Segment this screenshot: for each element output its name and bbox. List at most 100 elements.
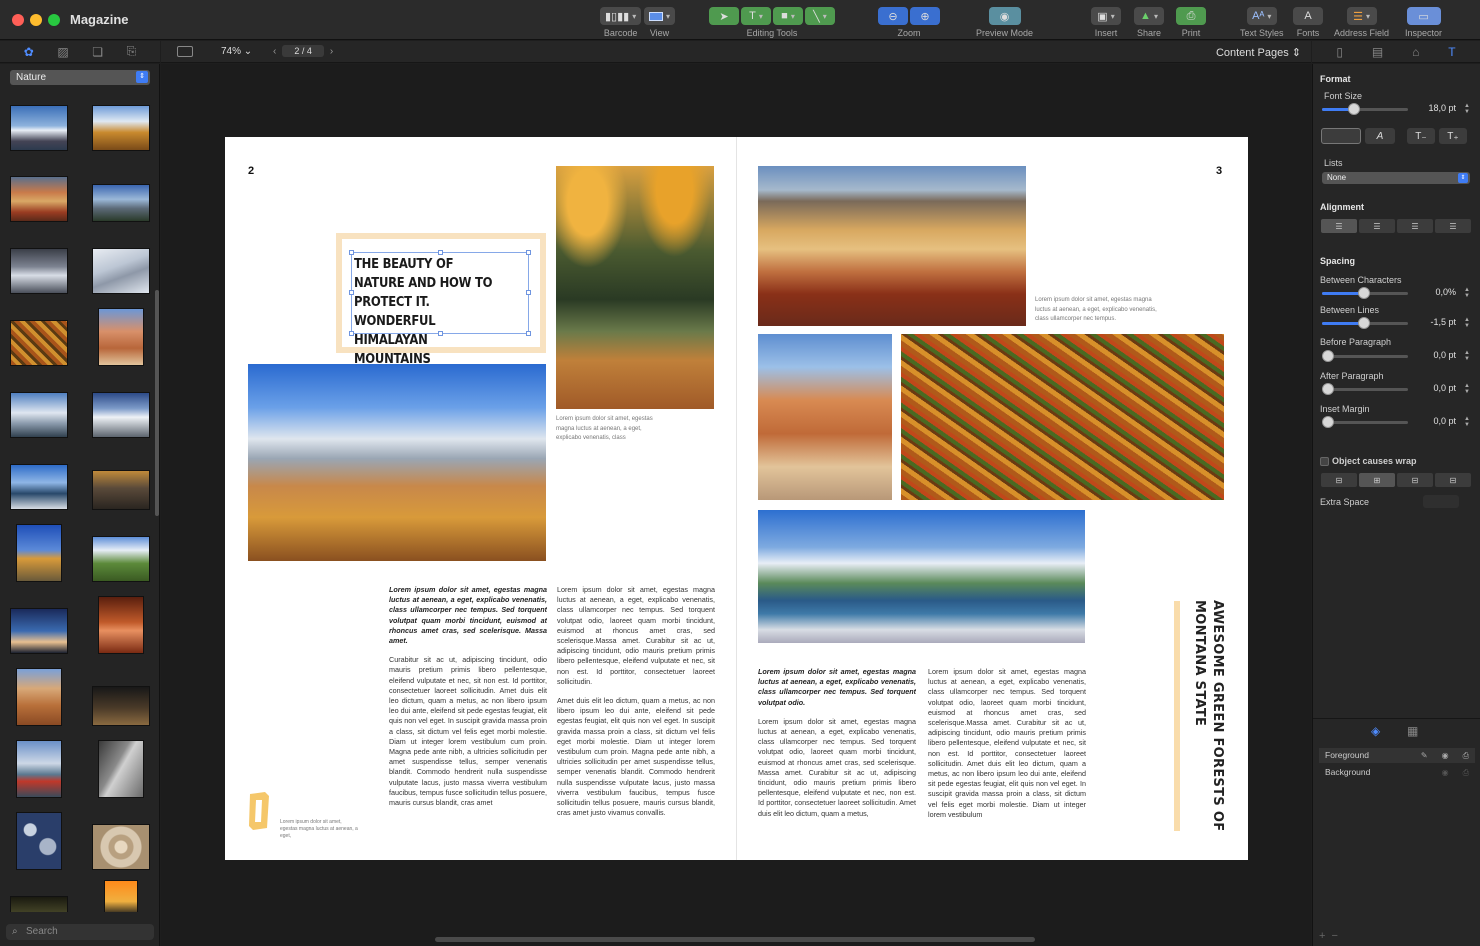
thumbnail-painted-hills[interactable] <box>10 176 68 222</box>
object-wrap-checkbox[interactable] <box>1320 457 1329 466</box>
layers-tab-icon[interactable]: ❏ <box>92 45 103 59</box>
between-lines-field[interactable]: -1,5 pt <box>1415 316 1459 329</box>
text-column-3[interactable]: Lorem ipsum dolor sit amet, egestas magn… <box>758 667 916 835</box>
next-page-button[interactable]: › <box>330 46 333 57</box>
close-window-button[interactable] <box>12 14 24 26</box>
zoom-window-button[interactable] <box>48 14 60 26</box>
thumbnail-autumn-forest[interactable] <box>10 320 68 366</box>
thumbnail-snow-ridge[interactable] <box>92 248 150 294</box>
resize-handle[interactable] <box>349 331 354 336</box>
photo-lake-pine[interactable] <box>758 510 1085 643</box>
font-size-field[interactable]: 18,0 pt <box>1415 102 1459 115</box>
eye-icon[interactable]: ◉ <box>1442 748 1449 763</box>
resize-handle[interactable] <box>526 250 531 255</box>
elements-tab-icon[interactable]: ✿ <box>24 45 34 59</box>
after-paragraph-field[interactable]: 0,0 pt <box>1415 382 1459 395</box>
thumbnail-hoodoo[interactable] <box>98 308 144 366</box>
between-characters-stepper[interactable]: ▲ ▼ <box>1463 287 1471 299</box>
resize-handle[interactable] <box>526 290 531 295</box>
canvas-horizontal-scrollbar[interactable] <box>435 937 1035 942</box>
decrease-font-button[interactable]: T₋ <box>1407 128 1435 144</box>
document-tab-icon[interactable]: ▯ <box>1336 45 1343 59</box>
view-tool[interactable]: ▾ View <box>644 7 676 38</box>
search-input[interactable]: ⌕ Search <box>6 924 154 940</box>
shape-tool-button[interactable]: ■ ▾ <box>773 7 803 25</box>
barcode-tool[interactable]: ▮▯▮▮ ▾ Barcode <box>600 7 642 38</box>
align-justify-icon[interactable]: ☰ <box>1435 219 1471 233</box>
thumbnail-dark-forest[interactable] <box>92 686 150 726</box>
photo-autumn-hiker[interactable] <box>556 166 714 409</box>
assets-tab-icon[interactable]: ⎘ <box>127 44 137 59</box>
thumbnail-glacier[interactable] <box>10 392 68 438</box>
address-field-tool[interactable]: ☰ ▾ Address Field <box>1334 7 1389 38</box>
thumbnail-fossil[interactable] <box>92 824 150 870</box>
share-tool[interactable]: ▲ ▾ Share <box>1134 7 1164 38</box>
thumbnail-storm-mountain[interactable] <box>10 248 68 294</box>
between-characters-slider[interactable] <box>1322 287 1408 299</box>
extra-space-field[interactable] <box>1423 495 1459 508</box>
minimize-window-button[interactable] <box>30 14 42 26</box>
align-center-icon[interactable]: ☰ <box>1359 219 1395 233</box>
thumbnail-palm-sunset[interactable] <box>10 608 68 654</box>
thumbnail-palm-orange[interactable] <box>104 880 138 912</box>
wrap-left-icon[interactable]: ⊟ <box>1397 473 1433 487</box>
align-right-icon[interactable]: ☰ <box>1397 219 1433 233</box>
text-tool-button[interactable]: T ▾ <box>741 7 771 25</box>
content-pages-select[interactable]: Content Pages ⇕ <box>1216 46 1301 59</box>
before-paragraph-slider[interactable] <box>1322 350 1408 362</box>
between-characters-field[interactable]: 0,0% <box>1415 286 1459 299</box>
inset-margin-stepper[interactable]: ▲ ▼ <box>1463 416 1471 428</box>
thumbnail-bryce[interactable] <box>16 668 62 726</box>
thumbnail-night-sky[interactable] <box>10 896 68 912</box>
layout-tab-icon[interactable]: ▤ <box>1372 45 1383 59</box>
fonts-tool[interactable]: A Fonts <box>1293 7 1323 38</box>
images-tab-icon[interactable]: ▨ <box>57 45 68 59</box>
between-lines-stepper[interactable]: ▲ ▼ <box>1463 317 1471 329</box>
resize-handle[interactable] <box>438 250 443 255</box>
after-paragraph-slider[interactable] <box>1322 383 1408 395</box>
photo-painted-hills[interactable] <box>758 166 1026 326</box>
font-size-slider[interactable] <box>1322 103 1408 115</box>
thumbnail-rocks[interactable] <box>92 470 150 510</box>
after-paragraph-stepper[interactable]: ▲ ▼ <box>1463 383 1471 395</box>
thumbnail-snowy-mountain[interactable] <box>10 105 68 151</box>
wrap-right-icon[interactable]: ⊟ <box>1435 473 1471 487</box>
text-column-1[interactable]: Lorem ipsum dolor sit amet, egestas magn… <box>389 585 547 835</box>
font-size-stepper[interactable]: ▲ ▼ <box>1463 103 1471 115</box>
add-remove-layer-buttons[interactable]: + − <box>1319 930 1338 942</box>
before-paragraph-stepper[interactable]: ▲ ▼ <box>1463 350 1471 362</box>
lists-select[interactable]: None ⇕ <box>1322 172 1470 184</box>
insert-tool[interactable]: ▣ ▾ Insert <box>1091 7 1121 38</box>
thumbnail-shells[interactable] <box>16 812 62 870</box>
previous-page-button[interactable]: ‹ <box>273 46 276 57</box>
text-color-swatch[interactable] <box>1321 128 1361 144</box>
category-select[interactable]: Nature ⇕ <box>10 70 150 85</box>
thumbnail-green-valley[interactable] <box>92 536 150 582</box>
italic-style-button[interactable]: A <box>1365 128 1395 144</box>
resize-handle[interactable] <box>349 290 354 295</box>
select-tool-button[interactable]: ➤ <box>709 7 739 25</box>
zoom-select[interactable]: 74% ⌄ <box>221 46 252 57</box>
resize-handle[interactable] <box>438 331 443 336</box>
text-tab-icon[interactable]: T <box>1448 45 1455 59</box>
page-indicator[interactable]: 2 / 4 <box>282 45 324 57</box>
page-layout-icon[interactable] <box>177 46 193 57</box>
photo-mountain-autumn[interactable] <box>248 364 546 561</box>
inspector-tool[interactable]: ▭ Inspector <box>1405 7 1442 38</box>
text-column-2[interactable]: Lorem ipsum dolor sit amet, egestas magn… <box>557 585 715 835</box>
layer-foreground[interactable]: Foreground ✎ ◉ ⎙ <box>1319 748 1475 763</box>
text-column-4[interactable]: Lorem ipsum dolor sit amet, egestas magn… <box>928 667 1086 835</box>
thumbnail-lake-tree[interactable] <box>10 464 68 510</box>
resize-handle[interactable] <box>526 331 531 336</box>
photo-autumn-canopy[interactable] <box>901 334 1224 500</box>
resize-handle[interactable] <box>349 250 354 255</box>
align-left-icon[interactable]: ☰ <box>1321 219 1357 233</box>
before-paragraph-field[interactable]: 0,0 pt <box>1415 349 1459 362</box>
preview-mode-tool[interactable]: ◉ Preview Mode <box>976 7 1033 38</box>
thumbnail-volcano[interactable] <box>92 392 150 438</box>
thumbnail-canyon[interactable] <box>98 596 144 654</box>
wrap-around-icon[interactable]: ⊞ <box>1359 473 1395 487</box>
thumbnail-lone-tree[interactable] <box>16 524 62 582</box>
thumbnail-canoe[interactable] <box>16 740 62 798</box>
object-tab-icon[interactable]: ⌂ <box>1412 45 1419 59</box>
